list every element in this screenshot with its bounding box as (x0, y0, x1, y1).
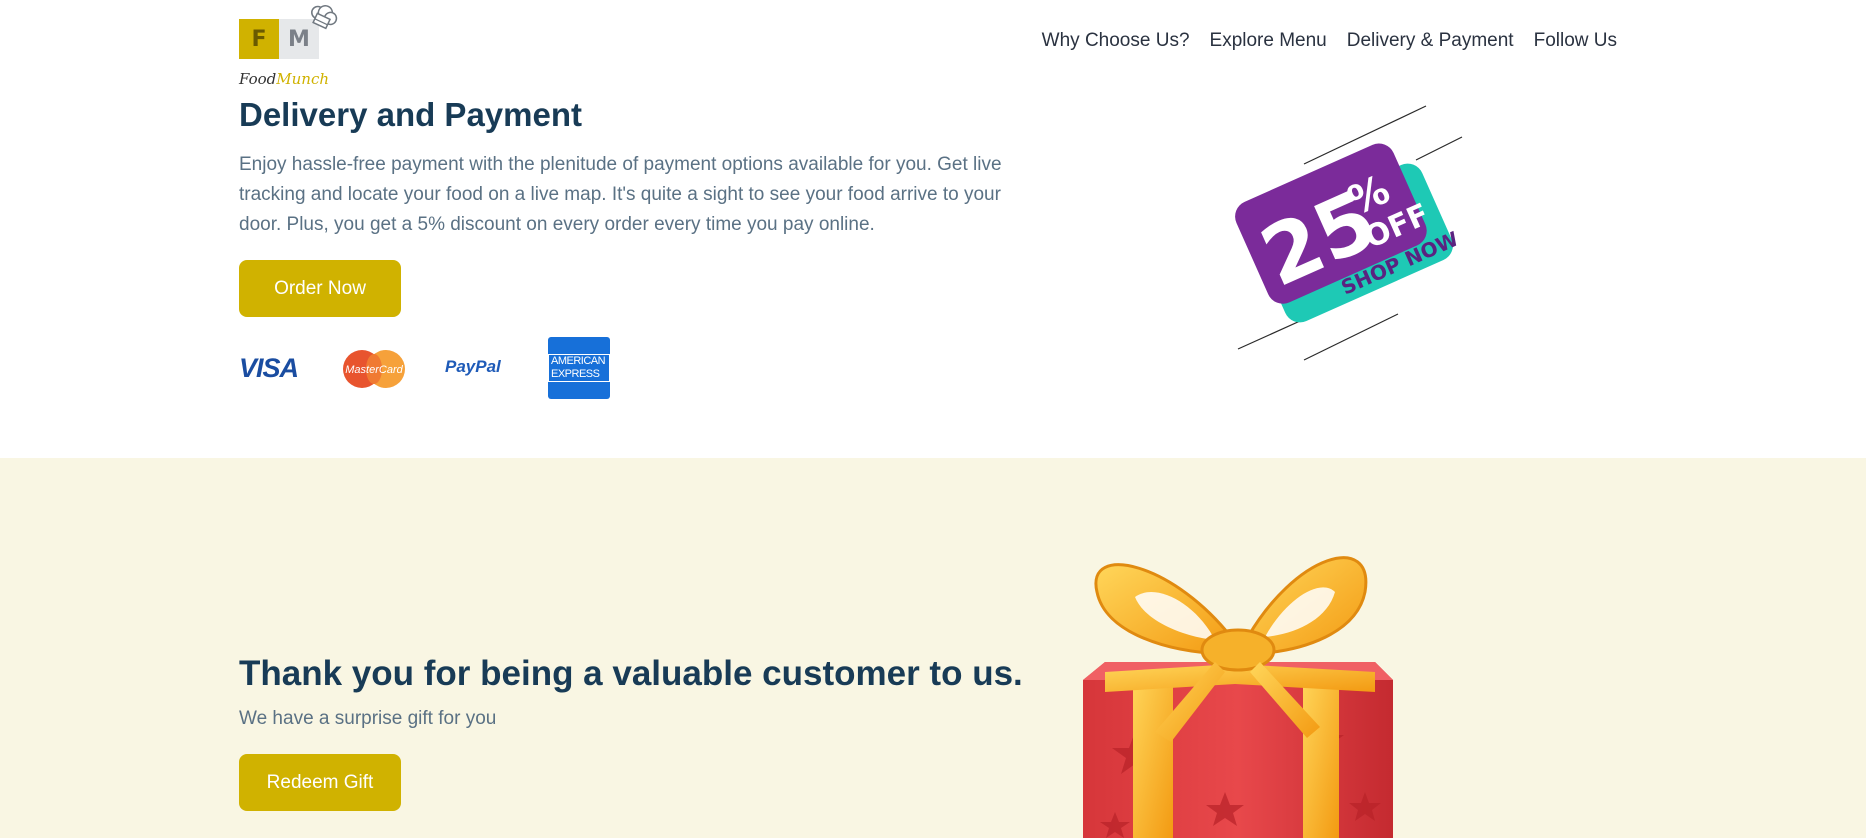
nav-follow-us[interactable]: Follow Us (1524, 30, 1617, 52)
discount-promo-badge[interactable]: 25 % OFF SHOP NOW (1230, 104, 1470, 370)
amex-label: AMERICAN EXPRESS (548, 354, 610, 382)
visa-icon: VISA (239, 353, 299, 383)
nav-explore-menu[interactable]: Explore Menu (1200, 30, 1337, 52)
logo-letter-f: F (239, 19, 279, 59)
amex-icon: AMERICAN EXPRESS (548, 337, 610, 399)
mastercard-icon: MasterCard (343, 350, 405, 388)
brand-name: FoodMunch (239, 70, 329, 88)
gift-subtitle: We have a surprise gift for you (239, 708, 497, 729)
delivery-description: Enjoy hassle-free payment with the pleni… (239, 154, 1002, 235)
main-nav: Why Choose Us? Explore Menu Delivery & P… (1032, 30, 1617, 52)
delivery-title: Delivery and Payment (239, 96, 582, 133)
brand-logo[interactable]: F M FoodMunch (239, 4, 339, 90)
paypal-icon: PayPal (445, 357, 501, 376)
gift-box-image (1083, 556, 1393, 838)
nav-delivery-payment[interactable]: Delivery & Payment (1337, 30, 1524, 52)
nav-why-choose-us[interactable]: Why Choose Us? (1032, 30, 1200, 52)
chef-hat-icon (311, 4, 338, 30)
brand-name-part2: Munch (276, 70, 330, 88)
mastercard-label: MasterCard (345, 364, 403, 376)
brand-name-part1: Food (239, 70, 277, 88)
order-now-button[interactable]: Order Now (239, 260, 401, 317)
redeem-gift-button[interactable]: Redeem Gift (239, 754, 401, 811)
gift-title: Thank you for being a valuable customer … (239, 654, 1023, 693)
